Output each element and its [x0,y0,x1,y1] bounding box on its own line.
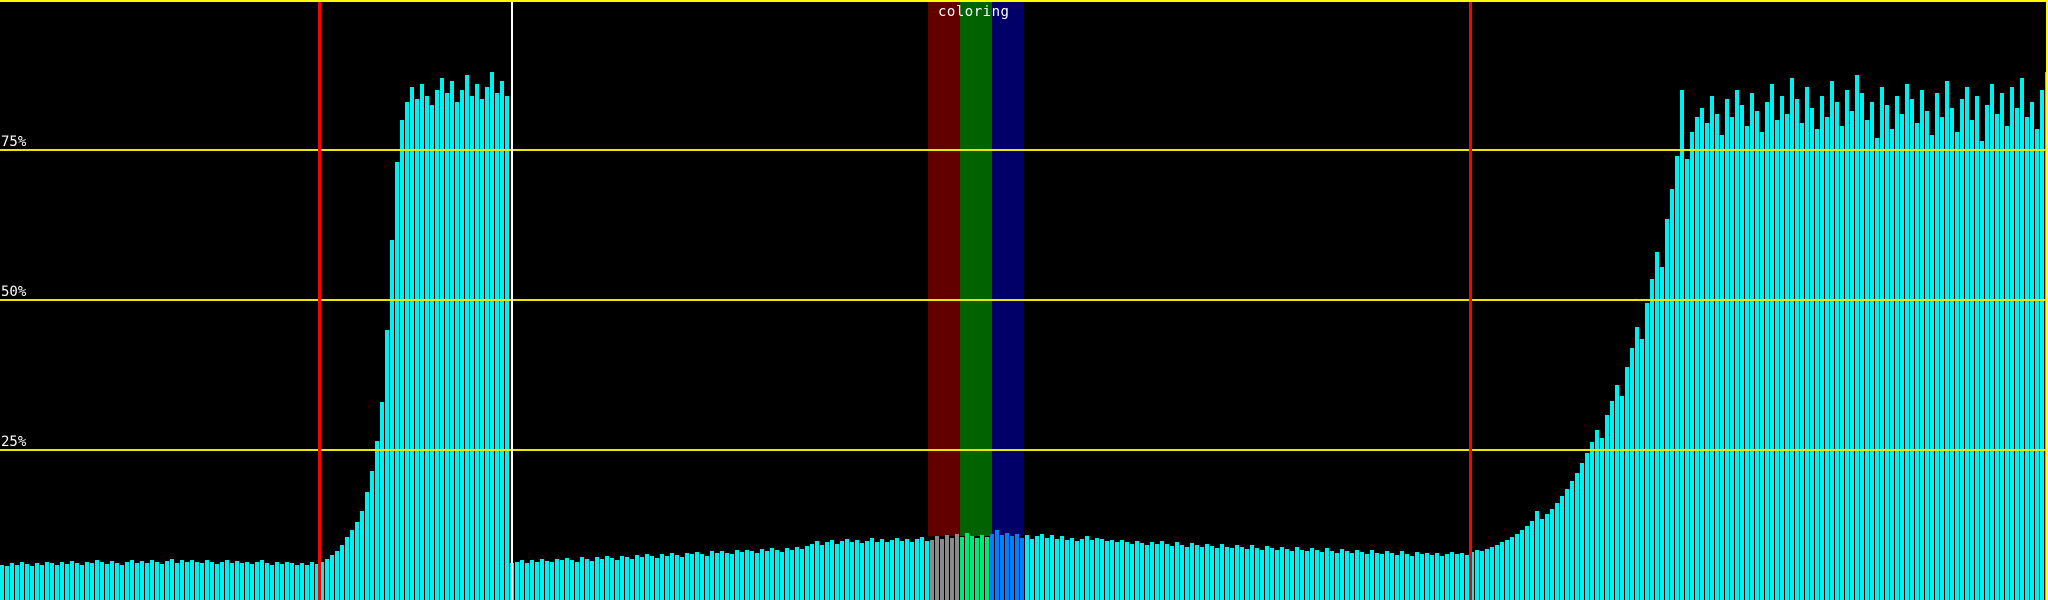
histogram-panel: coloring 75% 50% 25% [0,0,2048,600]
y-axis-label-25: 25% [1,436,26,449]
coloring-label: coloring [938,6,1009,19]
y-axis-label-50: 50% [1,286,26,299]
labels-layer: coloring 75% 50% 25% [0,0,2048,600]
y-axis-label-75: 75% [1,136,26,149]
